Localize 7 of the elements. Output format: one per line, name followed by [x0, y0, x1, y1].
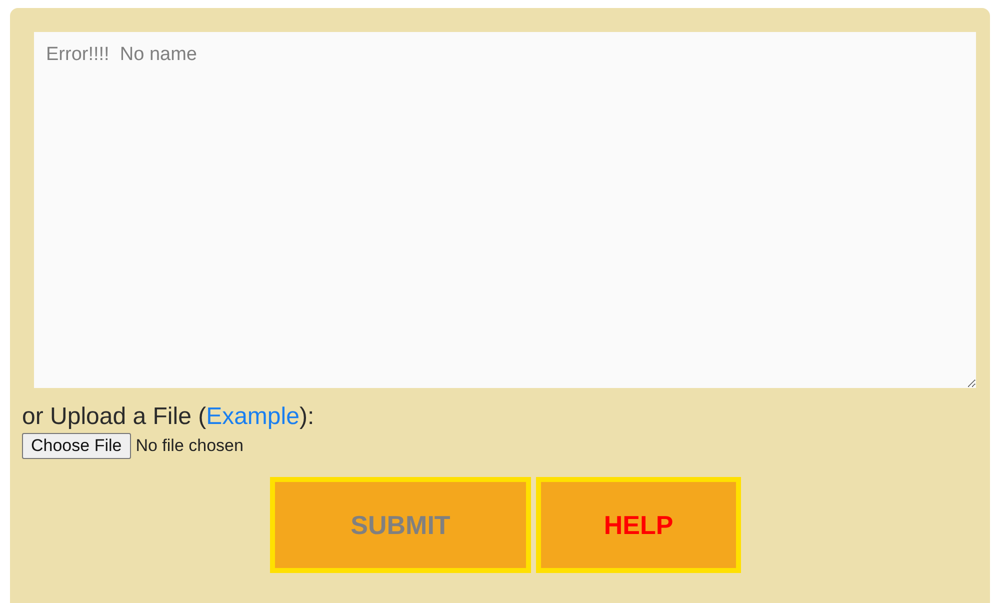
upload-label: or Upload a File (Example): — [22, 403, 314, 431]
example-link[interactable]: Example — [206, 403, 300, 430]
submit-button[interactable]: SUBMIT — [270, 477, 531, 573]
help-button[interactable]: HELP — [536, 477, 741, 573]
choose-file-button[interactable]: Choose File — [22, 433, 131, 459]
file-status: No file chosen — [136, 436, 244, 456]
text-area[interactable]: Error!!!! No name — [33, 31, 977, 389]
